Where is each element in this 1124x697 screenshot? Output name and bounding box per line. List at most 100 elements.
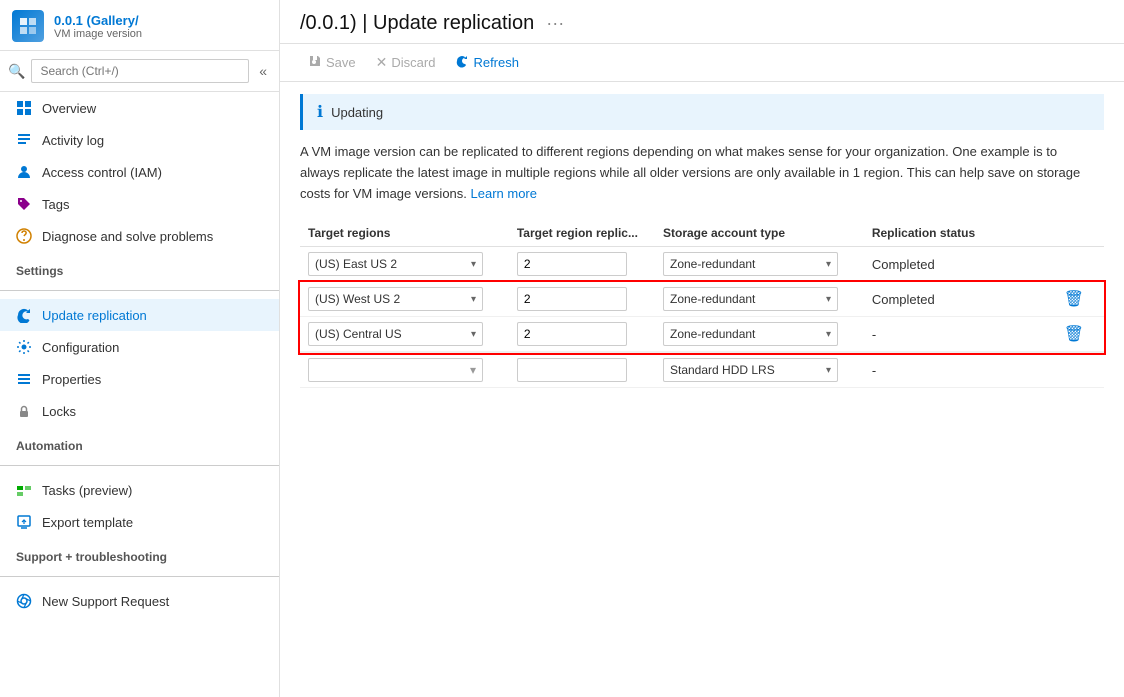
sidebar-item-tags[interactable]: Tags <box>0 188 279 220</box>
main-panel: /0.0.1) | Update replication ··· Save ✕ … <box>280 0 1124 697</box>
sidebar-header: 0.0.1 (Gallery/ VM image version <box>0 0 279 51</box>
lock-icon <box>16 403 32 419</box>
discard-icon: ✕ <box>376 54 388 71</box>
sidebar-item-activity-log-label: Activity log <box>42 133 104 148</box>
replicas-input-1[interactable] <box>517 287 627 311</box>
storage-select-1[interactable]: Zone-redundant ▾ <box>663 287 838 311</box>
info-banner: ℹ Updating <box>300 94 1104 130</box>
export-icon <box>16 514 32 530</box>
iam-icon <box>16 164 32 180</box>
replication-table: Target regions Target region replic... S… <box>300 220 1104 388</box>
sidebar-logo-icon <box>12 10 44 42</box>
storage-select-3[interactable]: Standard HDD LRS ▾ <box>663 358 838 382</box>
chevron-down-icon: ▾ <box>826 329 831 340</box>
sidebar-item-properties-label: Properties <box>42 372 101 387</box>
storage-value-1: Zone-redundant <box>670 292 755 306</box>
save-button[interactable]: Save <box>300 50 364 75</box>
status-1: Completed <box>872 292 935 307</box>
region-value-0: (US) East US 2 <box>315 257 397 271</box>
region-select-2[interactable]: (US) Central US ▾ <box>308 322 483 346</box>
main-header: /0.0.1) | Update replication ··· <box>280 0 1124 44</box>
sidebar-item-iam[interactable]: Access control (IAM) <box>0 156 279 188</box>
sidebar-item-iam-label: Access control (IAM) <box>42 165 162 180</box>
sidebar-resource-subtitle: VM image version <box>54 28 267 40</box>
toolbar: Save ✕ Discard Refresh <box>280 44 1124 82</box>
sidebar-item-locks-label: Locks <box>42 404 76 419</box>
sidebar-item-export[interactable]: Export template <box>0 506 279 538</box>
tasks-icon <box>16 482 32 498</box>
description-text: A VM image version can be replicated to … <box>300 142 1100 204</box>
sidebar-item-configuration[interactable]: Configuration <box>0 331 279 363</box>
status-3: - <box>872 363 876 378</box>
sidebar-item-properties[interactable]: Properties <box>0 363 279 395</box>
replicas-input-0[interactable] <box>517 252 627 276</box>
region-value-1: (US) West US 2 <box>315 292 400 306</box>
automation-section-label: Automation <box>0 427 279 457</box>
region-select-1[interactable]: (US) West US 2 ▾ <box>308 287 483 311</box>
support-icon <box>16 593 32 609</box>
col-header-status: Replication status <box>864 220 1052 247</box>
refresh-icon <box>455 54 469 71</box>
storage-value-3: Standard HDD LRS <box>670 363 775 377</box>
sidebar-item-overview[interactable]: Overview <box>0 92 279 124</box>
sidebar-title-block: 0.0.1 (Gallery/ VM image version <box>54 13 267 40</box>
replicas-input-2[interactable] <box>517 322 627 346</box>
delete-row-2-button[interactable]: 🗑 <box>1060 322 1088 346</box>
col-header-action <box>1052 220 1104 247</box>
table-row: ▾ Standard HDD LRS ▾ - <box>300 353 1104 388</box>
sidebar-item-tasks-label: Tasks (preview) <box>42 483 132 498</box>
storage-value-2: Zone-redundant <box>670 327 755 341</box>
chevron-down-icon: ▾ <box>826 294 831 305</box>
sidebar: 0.0.1 (Gallery/ VM image version 🔍 « Ove… <box>0 0 280 697</box>
sidebar-item-tags-label: Tags <box>42 197 69 212</box>
table-row: (US) East US 2 ▾ Zone-redundant ▾ <box>300 247 1104 282</box>
chevron-down-icon: ▾ <box>471 259 476 270</box>
refresh-button[interactable]: Refresh <box>447 50 527 75</box>
chevron-down-icon: ▾ <box>471 294 476 305</box>
sidebar-item-update-label: Update replication <box>42 308 147 323</box>
sidebar-item-diagnose-label: Diagnose and solve problems <box>42 229 213 244</box>
chevron-down-icon: ▾ <box>470 363 476 377</box>
more-options-icon[interactable]: ··· <box>546 13 564 34</box>
tag-icon <box>16 196 32 212</box>
chevron-down-icon: ▾ <box>826 259 831 270</box>
sidebar-item-overview-label: Overview <box>42 101 96 116</box>
status-2: - <box>872 327 876 342</box>
storage-select-0[interactable]: Zone-redundant ▾ <box>663 252 838 276</box>
region-select-0[interactable]: (US) East US 2 ▾ <box>308 252 483 276</box>
props-icon <box>16 371 32 387</box>
sidebar-item-update-replication[interactable]: Update replication <box>0 299 279 331</box>
search-input[interactable] <box>31 59 249 83</box>
sidebar-search-bar: 🔍 « <box>0 51 279 92</box>
table-row-highlighted-2: (US) Central US ▾ Zone-redundant <box>300 317 1104 352</box>
overview-icon <box>16 100 32 116</box>
sidebar-item-export-label: Export template <box>42 515 133 530</box>
col-header-region: Target regions <box>300 220 509 247</box>
discard-button[interactable]: ✕ Discard <box>368 50 444 75</box>
diagnose-icon <box>16 228 32 244</box>
sidebar-item-config-label: Configuration <box>42 340 119 355</box>
chevron-down-icon: ▾ <box>471 329 476 340</box>
region-select-3[interactable]: ▾ <box>308 358 483 382</box>
sidebar-item-tasks[interactable]: Tasks (preview) <box>0 474 279 506</box>
settings-section-label: Settings <box>0 252 279 282</box>
search-icon: 🔍 <box>8 63 25 80</box>
delete-row-1-button[interactable]: 🗑 <box>1060 287 1088 311</box>
col-header-replicas: Target region replic... <box>509 220 655 247</box>
banner-text: Updating <box>331 105 383 120</box>
sidebar-item-activity-log[interactable]: Activity log <box>0 124 279 156</box>
collapse-sidebar-button[interactable]: « <box>255 61 271 81</box>
table-row: (US) West US 2 ▾ Zone-redundant <box>300 282 1104 353</box>
sidebar-nav: Overview Activity log Access control (IA… <box>0 92 279 697</box>
update-icon <box>16 307 32 323</box>
chevron-down-icon: ▾ <box>826 365 831 376</box>
replicas-input-3[interactable] <box>517 358 627 382</box>
sidebar-item-new-support[interactable]: New Support Request <box>0 585 279 617</box>
learn-more-link[interactable]: Learn more <box>471 186 537 201</box>
storage-value-0: Zone-redundant <box>670 257 755 271</box>
sidebar-item-locks[interactable]: Locks <box>0 395 279 427</box>
log-icon <box>16 132 32 148</box>
storage-select-2[interactable]: Zone-redundant ▾ <box>663 322 838 346</box>
page-title: /0.0.1) | Update replication <box>300 12 534 35</box>
sidebar-item-diagnose[interactable]: Diagnose and solve problems <box>0 220 279 252</box>
